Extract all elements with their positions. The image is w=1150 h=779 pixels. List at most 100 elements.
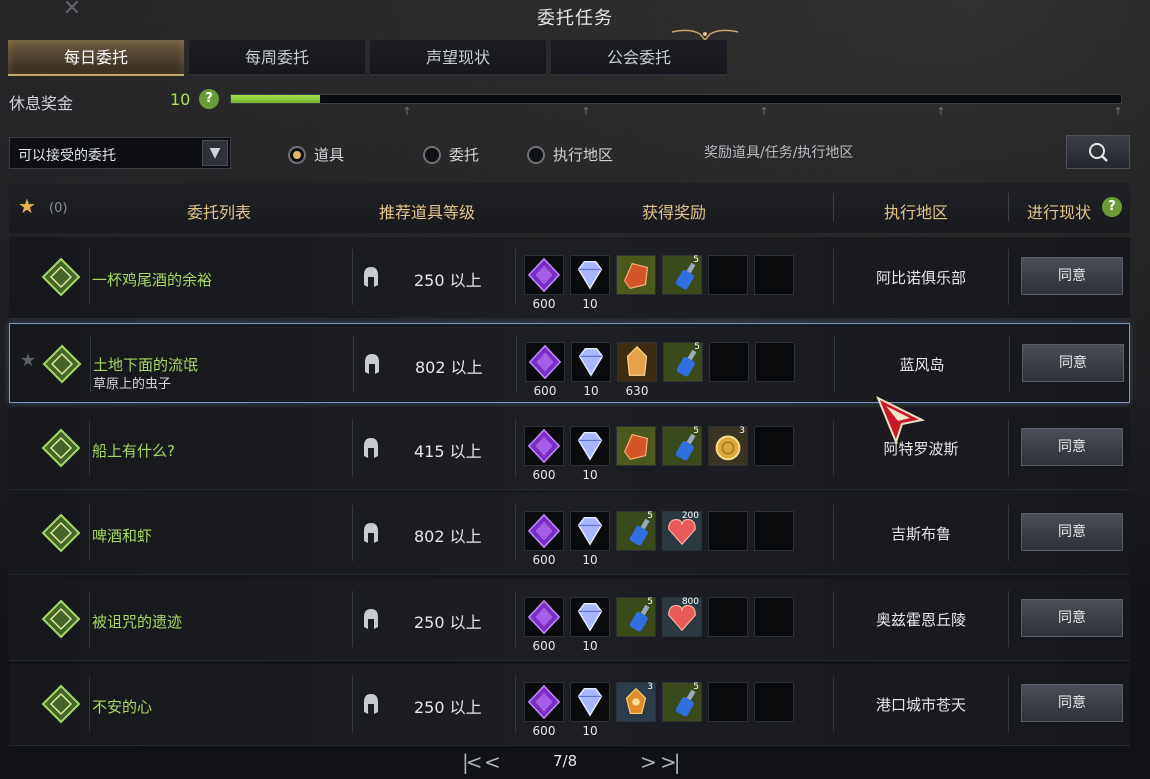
radio-unselected-icon[interactable]: [527, 145, 545, 164]
last-page-icon[interactable]: >|: [660, 750, 680, 774]
reward-slot[interactable]: [616, 255, 656, 295]
column-header-region: 执行地区: [884, 203, 949, 222]
empty-slot-icon: [709, 598, 747, 636]
reward-count: 10: [582, 468, 598, 482]
accept-button[interactable]: 同意: [1021, 257, 1123, 295]
quest-row[interactable]: ★ 土地下面的流氓 草原上的虫子 802 以上 600 10 630 5 蓝风岛 同意: [9, 323, 1130, 403]
reward-slot[interactable]: 800: [662, 597, 702, 637]
reward-slot[interactable]: [524, 426, 564, 466]
recommended-level: 250 以上: [414, 271, 482, 290]
reward-slot[interactable]: 3: [616, 682, 656, 722]
reward-slot[interactable]: [570, 426, 610, 466]
reward-slot[interactable]: [617, 342, 657, 382]
reward-slot[interactable]: 5: [616, 511, 656, 551]
row-divider: [1008, 249, 1009, 305]
tab-reputation[interactable]: 声望现状: [370, 40, 546, 76]
reward-slot[interactable]: [524, 511, 564, 551]
row-divider: [515, 676, 516, 732]
radio-selected-icon[interactable]: [288, 145, 306, 164]
reward-slot[interactable]: 5: [616, 597, 656, 637]
reward-slot[interactable]: 3: [708, 426, 748, 466]
radio-item-label: 道具: [314, 146, 345, 164]
column-header-list: 委托列表: [187, 203, 252, 222]
empty-slot-icon: [755, 683, 793, 721]
purple-crystal-icon: [527, 428, 561, 464]
region-name: 吉斯布鲁: [890, 525, 951, 543]
reward-slot[interactable]: [524, 682, 564, 722]
search-button[interactable]: [1066, 135, 1130, 169]
reward-slot[interactable]: 200: [662, 511, 702, 551]
reward-slot[interactable]: 5: [662, 682, 702, 722]
favorite-star-icon[interactable]: ★: [18, 194, 36, 218]
reward-slot[interactable]: [524, 597, 564, 637]
radio-item[interactable]: 道具: [288, 144, 344, 165]
reward-slot[interactable]: [708, 255, 748, 295]
prev-page-icon[interactable]: <: [484, 750, 501, 774]
radio-quest[interactable]: 委托: [423, 144, 479, 165]
diamond-gem-icon: [577, 687, 603, 717]
reward-slot[interactable]: [754, 597, 794, 637]
tab-weekly[interactable]: 每周委托: [189, 40, 365, 76]
radio-unselected-icon[interactable]: [423, 145, 441, 164]
reward-slot[interactable]: [709, 342, 749, 382]
reward-slot[interactable]: 5: [662, 255, 702, 295]
favorite-star-icon[interactable]: ★: [20, 350, 36, 371]
daily-quest-emblem-icon: [41, 428, 81, 468]
reward-slot[interactable]: [754, 682, 794, 722]
next-page-icon[interactable]: >: [640, 750, 657, 774]
chevron-down-icon[interactable]: ▼: [202, 140, 228, 166]
row-divider: [89, 591, 90, 647]
accept-button[interactable]: 同意: [1021, 599, 1123, 637]
reward-slot[interactable]: [754, 426, 794, 466]
tab-guild[interactable]: 公会委托: [551, 40, 727, 76]
reward-slot[interactable]: [708, 682, 748, 722]
empty-slot-icon: [755, 512, 793, 550]
row-divider: [352, 591, 353, 647]
reward-slot[interactable]: [755, 342, 795, 382]
first-page-icon[interactable]: |<: [462, 750, 482, 774]
help-icon[interactable]: ?: [1102, 197, 1122, 217]
recommended-level: 802 以上: [414, 527, 482, 546]
empty-slot-icon: [756, 343, 794, 381]
reward-slot[interactable]: [524, 255, 564, 295]
row-divider: [515, 591, 516, 647]
reward-slot[interactable]: 5: [662, 426, 702, 466]
quest-row[interactable]: 船上有什么? 415 以上 600 10 5 3 阿特罗波斯 同意: [9, 408, 1130, 490]
daily-quest-emblem-icon: [41, 257, 81, 297]
search-input[interactable]: [696, 137, 1060, 169]
filter-dropdown[interactable]: 可以接受的委托 ▼: [9, 137, 231, 169]
tab-daily[interactable]: 每日委托: [8, 40, 184, 76]
reward-slot[interactable]: [708, 597, 748, 637]
reward-slot[interactable]: [616, 426, 656, 466]
row-divider: [1008, 420, 1009, 476]
reward-slot[interactable]: [754, 255, 794, 295]
row-divider: [90, 336, 91, 392]
accept-button[interactable]: 同意: [1021, 428, 1123, 466]
rest-bonus-bar: [230, 94, 1122, 104]
reward-slot[interactable]: [570, 682, 610, 722]
reward-slot[interactable]: [754, 511, 794, 551]
help-icon[interactable]: ?: [199, 89, 219, 109]
reward-slot[interactable]: [571, 342, 611, 382]
recommended-level: 802 以上: [415, 358, 483, 377]
reward-count: 630: [625, 384, 649, 398]
reward-slot[interactable]: [570, 255, 610, 295]
accept-button[interactable]: 同意: [1022, 344, 1124, 382]
reward-slot[interactable]: [525, 342, 565, 382]
accept-button[interactable]: 同意: [1021, 513, 1123, 551]
row-divider: [1008, 676, 1009, 732]
radio-region[interactable]: 执行地区: [527, 144, 613, 165]
quest-row[interactable]: 一杯鸡尾酒的余裕 250 以上 600 10 5 阿比诺俱乐部 同意: [9, 237, 1130, 319]
reward-slot[interactable]: [708, 511, 748, 551]
accept-button[interactable]: 同意: [1021, 684, 1123, 722]
reward-slot[interactable]: [570, 597, 610, 637]
quest-row[interactable]: 不安的心 250 以上 600 10 3 5 港口城市苍天 同意: [9, 664, 1130, 746]
purple-crystal-icon: [527, 257, 561, 293]
quest-subtitle: 草原上的虫子: [93, 377, 172, 392]
reward-slot[interactable]: 5: [663, 342, 703, 382]
quest-row[interactable]: 被诅咒的遗迹 250 以上 600 10 5 800 奥兹霍恩丘陵 同意: [9, 579, 1130, 661]
reward-stack: 5: [647, 597, 653, 607]
quest-row[interactable]: 啤酒和虾 802 以上 600 10 5 200 吉斯布鲁 同意: [9, 493, 1130, 575]
list-header: ★ (0) 委托列表 推荐道具等级 获得奖励 执行地区 进行现状 ?: [9, 183, 1130, 233]
reward-slot[interactable]: [570, 511, 610, 551]
